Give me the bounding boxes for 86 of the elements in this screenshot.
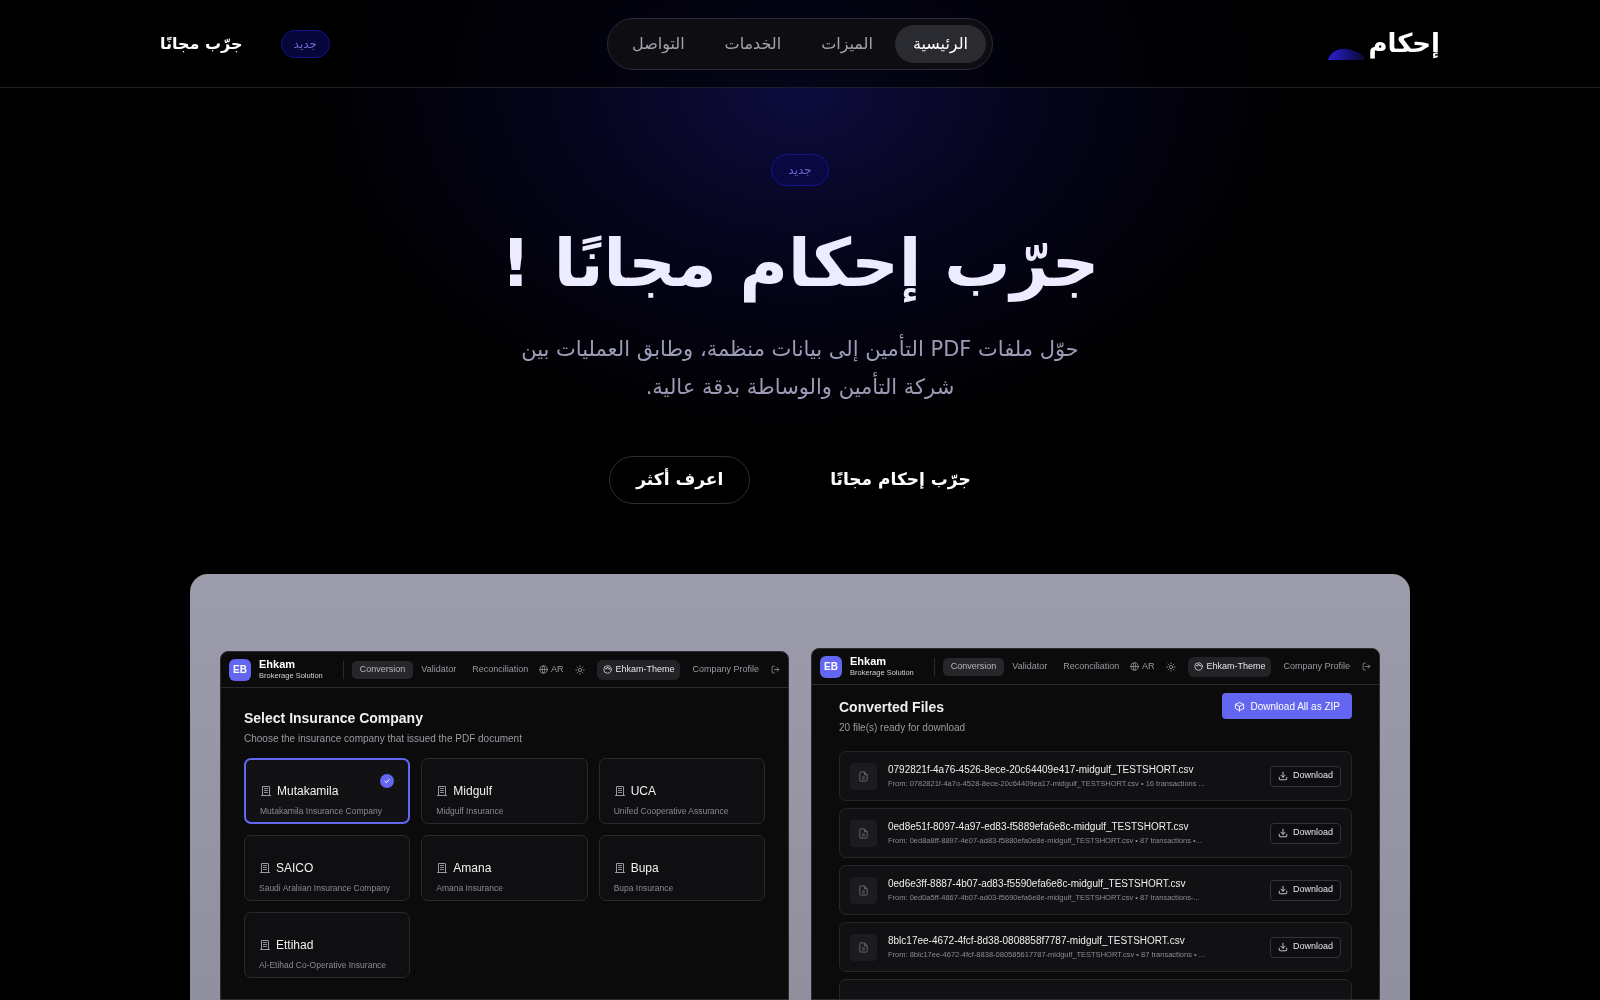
file-icon xyxy=(850,876,877,904)
nav-tab[interactable]: Validator xyxy=(1004,657,1056,676)
building-icon xyxy=(613,784,626,797)
brand-name: Ehkam xyxy=(850,655,888,667)
nav-tab[interactable]: الرئيسية xyxy=(894,24,986,63)
company-card[interactable]: Amana Amana Insurance xyxy=(421,835,588,901)
nav-tab[interactable]: الخدمات xyxy=(706,24,800,63)
company-name: Bupa xyxy=(630,859,659,877)
company-name: UCA xyxy=(630,782,656,800)
building-icon xyxy=(259,861,271,874)
nav-tab[interactable]: Conversion xyxy=(351,660,414,679)
logout-icon xyxy=(1362,662,1371,671)
building-icon xyxy=(259,938,271,951)
company-card[interactable]: Midgulf Midgulf Insurance xyxy=(421,758,588,824)
section-subtitle: Choose the insurance company that issued the PDF document xyxy=(244,732,523,746)
company-card[interactable]: SAICO Saudi Aralıian Insurance Company xyxy=(244,835,411,901)
company-description: Al-Etihad Co-Operative Insurance xyxy=(259,958,388,972)
download-button[interactable]: Download xyxy=(1269,879,1341,901)
download-button[interactable]: Download xyxy=(1269,936,1341,958)
company-name: Mutakamila xyxy=(277,782,339,800)
company-description: Mutakamila Insurance Company xyxy=(260,804,383,818)
company-name: Midgulf xyxy=(453,782,492,800)
language-button[interactable]: AR xyxy=(1129,659,1155,674)
building-icon xyxy=(260,784,272,797)
company-card[interactable]: Ettihad Al-Etihad Co-Operative Insurance xyxy=(244,912,411,978)
download-icon xyxy=(1277,885,1288,895)
sun-icon xyxy=(1166,661,1177,672)
theme-button[interactable]: Ehkam-Theme xyxy=(597,659,681,680)
try-free-button[interactable]: جرّب مجانًا xyxy=(160,31,243,56)
company-description: Midgulf Insurance xyxy=(436,804,505,818)
company-description: Unifed Cooperative Assurance xyxy=(613,804,730,818)
company-name: Ettihad xyxy=(276,936,314,954)
palette-icon xyxy=(603,665,613,674)
file-name: 0ed6e3ff-8887-4b07-ad83-f5590efa6e8c-midgulf_TESTSHORT.csv xyxy=(888,877,1187,892)
file-icon xyxy=(850,933,877,961)
file-name: 0792821f-4a76-4526-8ece-20c64409e417-midgulf_TESTSHORT.csv xyxy=(888,763,1195,778)
avatar: EB xyxy=(820,655,842,678)
globe-icon xyxy=(538,665,548,674)
company-profile-link[interactable]: Company Profile xyxy=(688,662,763,677)
building-icon xyxy=(436,784,449,797)
section-subtitle: 20 file(s) ready for download xyxy=(839,721,966,735)
palette-icon xyxy=(1194,662,1204,671)
try-button[interactable]: جرّب إحكام مجانًا xyxy=(810,456,991,504)
logo-text[interactable]: إحكام xyxy=(1368,24,1440,63)
file-icon xyxy=(850,762,877,790)
nav-tab[interactable]: التواصل xyxy=(614,24,703,63)
file-name: 8blc17ee-4672-4fcf-8d38-0808858f7787-midgulf_TESTSHORT.csv xyxy=(888,934,1186,949)
nav-tab[interactable]: الميزات xyxy=(803,24,891,63)
company-name: Amana xyxy=(453,859,492,877)
company-description: Bupa Insurance xyxy=(613,881,675,895)
theme-button[interactable]: Ehkam-Theme xyxy=(1188,656,1272,677)
hero-title: جرّب إحكام مجانًا ! xyxy=(500,224,1100,305)
nav-tab[interactable]: Reconciliation xyxy=(1055,657,1128,676)
building-icon xyxy=(613,861,626,874)
company-card[interactable]: Bupa Bupa Insurance xyxy=(598,835,765,901)
file-name: 0ed8e51f-8097-4a97-ed83-f5889efa6e8c-midgulf_TESTSHORT.csv xyxy=(888,820,1190,835)
package-icon xyxy=(1233,700,1245,712)
section-title: Select Insurance Company xyxy=(244,709,424,728)
download-icon xyxy=(1277,942,1288,952)
building-icon xyxy=(436,861,449,874)
nav-tab[interactable]: Validator xyxy=(413,660,465,679)
globe-icon xyxy=(1129,662,1139,671)
download-icon xyxy=(1277,828,1288,838)
company-profile-link[interactable]: Company Profile xyxy=(1279,659,1354,674)
company-card[interactable]: Mutakamila Mutakamila Insurance Company xyxy=(244,758,411,824)
file-icon xyxy=(850,819,877,847)
section-title: Converted Files xyxy=(839,698,946,717)
download-button[interactable]: Download xyxy=(1269,765,1341,787)
check-icon xyxy=(380,774,395,788)
avatar: EB xyxy=(229,658,251,681)
nav-tab[interactable]: Reconciliation xyxy=(464,660,537,679)
sun-icon xyxy=(575,664,586,675)
download-icon xyxy=(1277,771,1288,781)
download-button[interactable]: Download xyxy=(1269,822,1341,844)
language-button[interactable]: AR xyxy=(538,662,564,677)
new-badge: جديد xyxy=(771,154,829,186)
new-badge: جديد xyxy=(280,29,330,58)
company-card[interactable]: UCA Unifed Cooperative Assurance xyxy=(598,758,765,824)
company-description: Saudi Aralıian Insurance Company xyxy=(259,881,391,895)
company-description: Amana Insurance xyxy=(436,881,504,895)
nav-tab[interactable]: Conversion xyxy=(942,657,1005,676)
brand-name: Ehkam xyxy=(259,658,297,670)
logout-icon xyxy=(771,665,780,674)
download-all-button[interactable]: Download All as ZIP xyxy=(1221,693,1352,719)
hero-subtitle: حوّل ملفات PDF التأمين إلى بيانات منظمة، وطابق العمليات بين شركة التأمين والوساطة بدقة عالية. xyxy=(510,330,1090,406)
company-name: SAICO xyxy=(276,859,314,877)
